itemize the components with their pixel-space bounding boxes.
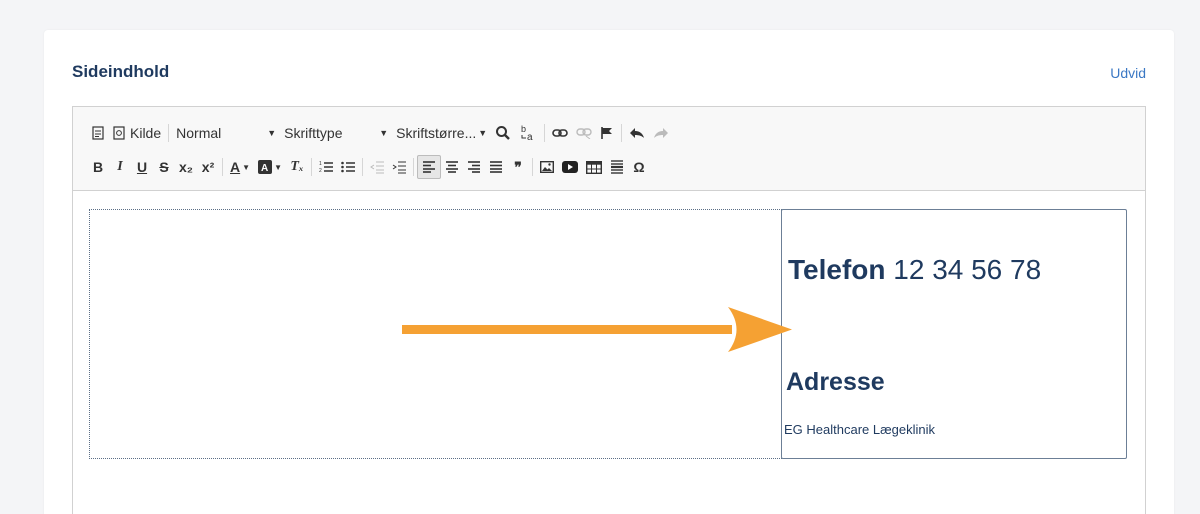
- toolbar-row-1: Kilde Normal ▼ Skrifttype ▼ Skriftstørre…: [87, 120, 673, 146]
- phone-number: 12 34 56 78: [893, 254, 1042, 285]
- toolbar-separator: [222, 158, 224, 176]
- search-icon[interactable]: [491, 121, 515, 145]
- source-button[interactable]: Kilde: [109, 121, 165, 145]
- chevron-down-icon: ▼: [478, 128, 488, 138]
- subscript-button[interactable]: x₂: [175, 155, 197, 179]
- chevron-down-icon: ▼: [267, 128, 277, 138]
- svg-text:a: a: [527, 132, 533, 142]
- horizontal-line-icon[interactable]: [606, 155, 628, 179]
- anchor-flag-icon[interactable]: [596, 121, 618, 145]
- toolbar-separator: [168, 124, 170, 142]
- outdent-icon: [366, 155, 388, 179]
- phone-label: Telefon: [788, 254, 886, 285]
- italic-button[interactable]: I: [109, 155, 131, 179]
- align-right-icon[interactable]: [463, 155, 485, 179]
- font-size-value: Skriftstørre...: [396, 125, 477, 141]
- document-icon[interactable]: [87, 121, 109, 145]
- svg-text:A: A: [261, 163, 268, 174]
- table-icon[interactable]: [582, 155, 606, 179]
- redo-icon: [649, 121, 673, 145]
- chevron-down-icon: ▼: [242, 162, 251, 172]
- align-left-icon[interactable]: [416, 155, 441, 179]
- bold-button[interactable]: B: [87, 155, 109, 179]
- unlink-icon: [572, 121, 596, 145]
- blockquote-icon[interactable]: ❞: [507, 155, 529, 179]
- format-value: Normal: [176, 125, 222, 141]
- remove-format-button[interactable]: Tₓ: [286, 155, 308, 179]
- page-content-card: Sideindhold Udvid Kilde Normal ▼ Skriftt…: [44, 30, 1174, 514]
- toolbar-separator: [310, 158, 312, 176]
- table-cell-right[interactable]: Telefon 12 34 56 78 Adresse EG Healthcar…: [781, 209, 1127, 459]
- align-center-icon[interactable]: [441, 155, 463, 179]
- undo-icon[interactable]: [625, 121, 649, 145]
- superscript-button[interactable]: x²: [197, 155, 219, 179]
- toolbar-separator: [621, 124, 623, 142]
- editor-toolbar: Kilde Normal ▼ Skrifttype ▼ Skriftstørre…: [73, 107, 1145, 191]
- address-heading: Adresse: [786, 368, 885, 396]
- strikethrough-button[interactable]: S: [153, 155, 175, 179]
- font-dropdown[interactable]: Skrifttype ▼: [280, 121, 392, 145]
- image-icon[interactable]: [536, 155, 558, 179]
- svg-text:2: 2: [319, 168, 322, 174]
- text-color-icon: A: [230, 159, 241, 175]
- underline-button[interactable]: U: [131, 155, 153, 179]
- annotation-arrow-icon: [402, 307, 792, 352]
- expand-link[interactable]: Udvid: [1110, 65, 1146, 81]
- background-color-button[interactable]: A ▼: [254, 155, 286, 179]
- toolbar-separator: [531, 158, 533, 176]
- svg-text:b: b: [521, 124, 526, 134]
- chevron-down-icon: ▼: [379, 128, 389, 138]
- font-value: Skrifttype: [284, 125, 343, 141]
- phone-line: Telefon 12 34 56 78: [788, 254, 1041, 286]
- text-color-button[interactable]: A ▼: [226, 155, 254, 179]
- toolbar-separator: [361, 158, 363, 176]
- align-justify-icon[interactable]: [485, 155, 507, 179]
- card-title: Sideindhold: [72, 62, 170, 81]
- replace-icon[interactable]: ba: [515, 121, 541, 145]
- toolbar-row-2: B I U S x₂ x² A ▼ A ▼ Tₓ 12 ❞ Ω: [87, 154, 650, 180]
- toolbar-separator: [544, 124, 546, 142]
- toolbar-separator: [412, 158, 414, 176]
- numbered-list-icon[interactable]: 12: [315, 155, 337, 179]
- address-text: EG Healthcare Lægeklinik: [784, 422, 936, 437]
- video-embed-icon[interactable]: [558, 155, 582, 179]
- source-icon: [113, 126, 125, 140]
- svg-text:1: 1: [319, 161, 322, 167]
- background-color-icon: A: [258, 160, 273, 174]
- bulleted-list-icon[interactable]: [337, 155, 359, 179]
- chevron-down-icon: ▼: [274, 162, 282, 172]
- source-label: Kilde: [130, 125, 162, 141]
- special-character-icon[interactable]: Ω: [628, 155, 650, 179]
- link-icon[interactable]: [548, 121, 572, 145]
- font-size-dropdown[interactable]: Skriftstørre... ▼: [392, 121, 491, 145]
- format-dropdown[interactable]: Normal ▼: [172, 121, 280, 145]
- indent-icon[interactable]: [388, 155, 410, 179]
